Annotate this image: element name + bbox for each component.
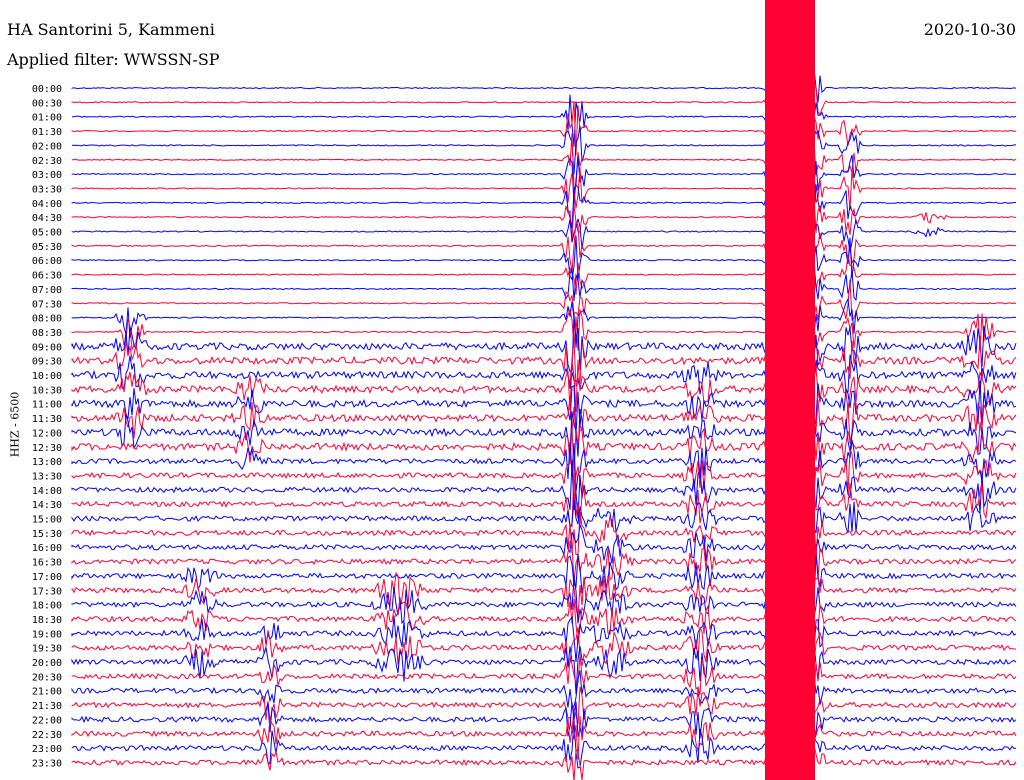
trace-line <box>71 178 1017 282</box>
trace-line <box>71 689 1017 763</box>
row-label: 20:00 <box>32 658 62 669</box>
trace-line <box>71 602 1017 695</box>
row-label: 10:00 <box>32 371 62 382</box>
row-label: 13:30 <box>32 471 62 482</box>
row-label: 17:00 <box>32 572 62 583</box>
row-label: 09:30 <box>32 357 62 368</box>
row-label: 04:30 <box>32 213 62 224</box>
row-label: 08:30 <box>32 328 62 339</box>
row-label: 20:30 <box>32 672 62 683</box>
row-label: 12:30 <box>32 443 62 454</box>
row-label: 06:30 <box>32 271 62 282</box>
trace-line <box>71 626 1017 713</box>
trace-line <box>71 448 1017 538</box>
trace-line <box>71 355 1017 437</box>
row-label: 21:00 <box>32 687 62 698</box>
trace-line <box>71 224 1017 312</box>
row-label: 06:00 <box>32 256 62 267</box>
trace-line <box>71 588 1017 653</box>
row-label: 21:30 <box>32 701 62 712</box>
trace-line <box>71 408 1017 510</box>
row-label: 04:00 <box>32 199 62 210</box>
row-label: 03:00 <box>32 170 62 181</box>
trace-line <box>72 80 1017 177</box>
trace-line <box>71 514 1017 592</box>
row-label: 07:00 <box>32 285 62 296</box>
row-label: 16:00 <box>32 543 62 554</box>
row-label: 10:30 <box>32 385 62 396</box>
row-label: 16:30 <box>32 558 62 569</box>
row-label: 00:00 <box>32 84 62 95</box>
trace-line <box>71 695 1017 778</box>
row-label: 13:00 <box>32 457 62 468</box>
seismogram-plot: 00:00 00:30 01:00 01:30 02:00 02:30 03:00 03:30… <box>32 0 1017 780</box>
trace-line <box>71 575 1017 654</box>
row-label: 22:00 <box>32 715 62 726</box>
row-label: 15:00 <box>32 515 62 526</box>
trace-line <box>71 634 1017 740</box>
trace-line <box>71 174 1017 252</box>
row-label-group: 00:00 00:30 01:00 01:30 02:00 02:30 03:00 03:30… <box>32 84 62 769</box>
saturated-trace-band <box>765 0 815 780</box>
row-label: 07:30 <box>32 299 62 310</box>
row-label: 01:00 <box>32 113 62 124</box>
trace-line <box>71 120 1017 210</box>
trace-line <box>71 94 1016 196</box>
trace-line <box>71 550 1017 650</box>
row-label: 05:00 <box>32 228 62 239</box>
row-label: 22:30 <box>32 730 62 741</box>
trace-line <box>71 256 1017 312</box>
row-label: 19:00 <box>32 629 62 640</box>
row-label: 03:30 <box>32 184 62 195</box>
row-label: 01:30 <box>32 127 62 138</box>
row-label: 15:30 <box>32 529 62 540</box>
row-label: 02:00 <box>32 141 62 152</box>
row-label: 17:30 <box>32 586 62 597</box>
trace-line <box>71 269 1017 357</box>
row-label: 19:30 <box>32 644 62 655</box>
row-label: 00:30 <box>32 98 62 109</box>
row-label: 18:30 <box>32 615 62 626</box>
trace-line <box>71 366 1017 461</box>
row-label: 23:30 <box>32 758 62 769</box>
row-label: 14:30 <box>32 500 62 511</box>
row-label: 11:30 <box>32 414 62 425</box>
trace-line <box>71 78 1017 161</box>
row-label: 02:30 <box>32 156 62 167</box>
row-label: 11:00 <box>32 400 62 411</box>
trace-line <box>71 632 1017 728</box>
row-label: 23:00 <box>32 744 62 755</box>
row-label: 09:00 <box>32 342 62 353</box>
trace-group <box>71 0 1017 780</box>
row-label: 08:00 <box>32 314 62 325</box>
row-label: 14:00 <box>32 486 62 497</box>
trace-line <box>71 442 1017 528</box>
trace-line <box>71 339 1017 424</box>
row-label: 18:00 <box>32 601 62 612</box>
trace-line <box>71 123 1017 219</box>
row-label: 12:00 <box>32 428 62 439</box>
trace-line <box>71 293 1017 384</box>
row-label: 05:30 <box>32 242 62 253</box>
